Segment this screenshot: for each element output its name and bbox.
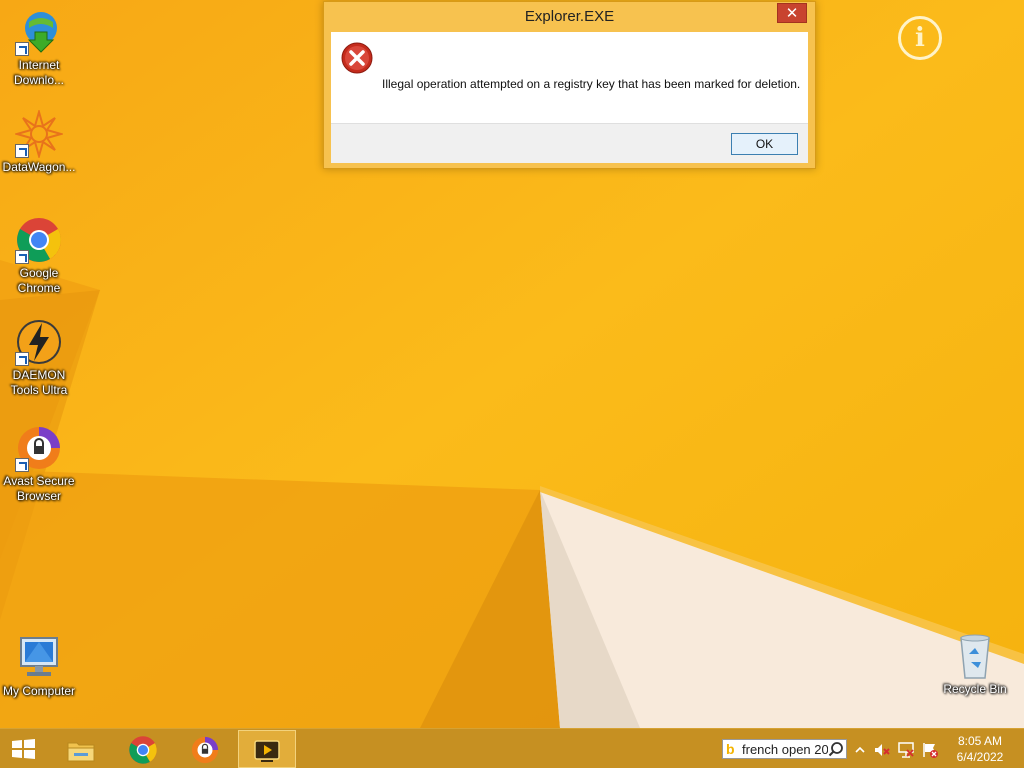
windows-logo-icon[interactable] — [8, 738, 38, 760]
desktop-icon-google-chrome[interactable]: Google Chrome — [0, 216, 78, 296]
computer-icon — [15, 634, 63, 682]
chrome-icon — [129, 736, 157, 764]
desktop-icon-label: DAEMON Tools Ultra — [10, 368, 68, 397]
dialog-message: Illegal operation attempted on a registr… — [382, 77, 801, 91]
desktop-icon-label: Internet Downlo... — [13, 58, 65, 87]
action-center-flag-icon[interactable] — [921, 741, 939, 759]
shortcut-arrow-icon — [15, 42, 29, 56]
desktop-icon-label: My Computer — [2, 684, 76, 698]
ok-button[interactable]: OK — [731, 133, 798, 155]
desktop-icon-daemon-tools-ultra[interactable]: DAEMON Tools Ultra — [0, 318, 78, 398]
shortcut-arrow-icon — [15, 352, 29, 366]
desktop-icon-label: DataWagon... — [2, 160, 76, 174]
shortcut-arrow-icon — [15, 144, 29, 158]
taskbar: b french open 2022 8:05 AM 6/4/2022 — [0, 728, 1024, 768]
error-icon — [341, 42, 373, 74]
info-icon[interactable]: i — [898, 16, 942, 60]
error-dialog: Explorer.EXE ✕ Illegal operation attempt… — [323, 1, 816, 169]
desktop-icon-recycle-bin[interactable]: Recycle Bin — [936, 632, 1014, 697]
taskbar-google-chrome[interactable] — [115, 730, 171, 768]
taskbar-media-app[interactable] — [238, 730, 296, 768]
desktop-icon-internet-download-manager[interactable]: Internet Downlo... — [0, 8, 78, 88]
close-button[interactable]: ✕ — [777, 3, 807, 23]
desktop-icon-avast-secure-browser[interactable]: Avast Secure Browser — [0, 424, 78, 504]
search-input[interactable]: french open 2022 — [742, 742, 828, 757]
avast-browser-icon — [191, 736, 219, 764]
desktop-icon-label: Google Chrome — [17, 266, 61, 295]
search-icon[interactable] — [828, 741, 844, 757]
clock-date: 6/4/2022 — [956, 750, 1004, 764]
datawagon-icon — [13, 108, 65, 160]
desktop-icon-my-computer[interactable]: My Computer — [0, 634, 78, 699]
dialog-footer: OK — [331, 123, 808, 163]
dialog-body: Illegal operation attempted on a registr… — [331, 32, 808, 123]
avast-browser-icon — [15, 424, 63, 472]
shortcut-arrow-icon — [15, 458, 29, 472]
system-clock[interactable]: 8:05 AM 6/4/2022 — [950, 733, 1010, 765]
folder-icon — [67, 742, 95, 762]
desktop-icon-label: Recycle Bin — [943, 682, 1007, 696]
shortcut-arrow-icon — [15, 250, 29, 264]
chrome-icon — [15, 216, 63, 264]
bing-logo-icon: b — [726, 741, 735, 757]
clock-time: 8:05 AM — [957, 734, 1003, 748]
volume-muted-icon[interactable] — [873, 741, 891, 759]
dialog-title: Explorer.EXE — [524, 8, 615, 25]
play-tv-icon — [254, 740, 280, 762]
daemon-tools-icon — [15, 318, 63, 366]
taskbar-file-explorer[interactable] — [53, 730, 109, 768]
recycle-bin-icon — [951, 632, 999, 680]
desktop-icon-datawagon[interactable]: DataWagon... — [0, 108, 78, 175]
taskbar-avast-secure-browser[interactable] — [177, 730, 233, 768]
show-hidden-icons-icon[interactable] — [851, 741, 869, 759]
network-icon[interactable] — [897, 741, 915, 759]
internet-download-manager-icon — [15, 8, 63, 56]
bing-search-box[interactable]: b french open 2022 — [722, 739, 847, 759]
desktop-icon-label: Avast Secure Browser — [3, 474, 75, 503]
